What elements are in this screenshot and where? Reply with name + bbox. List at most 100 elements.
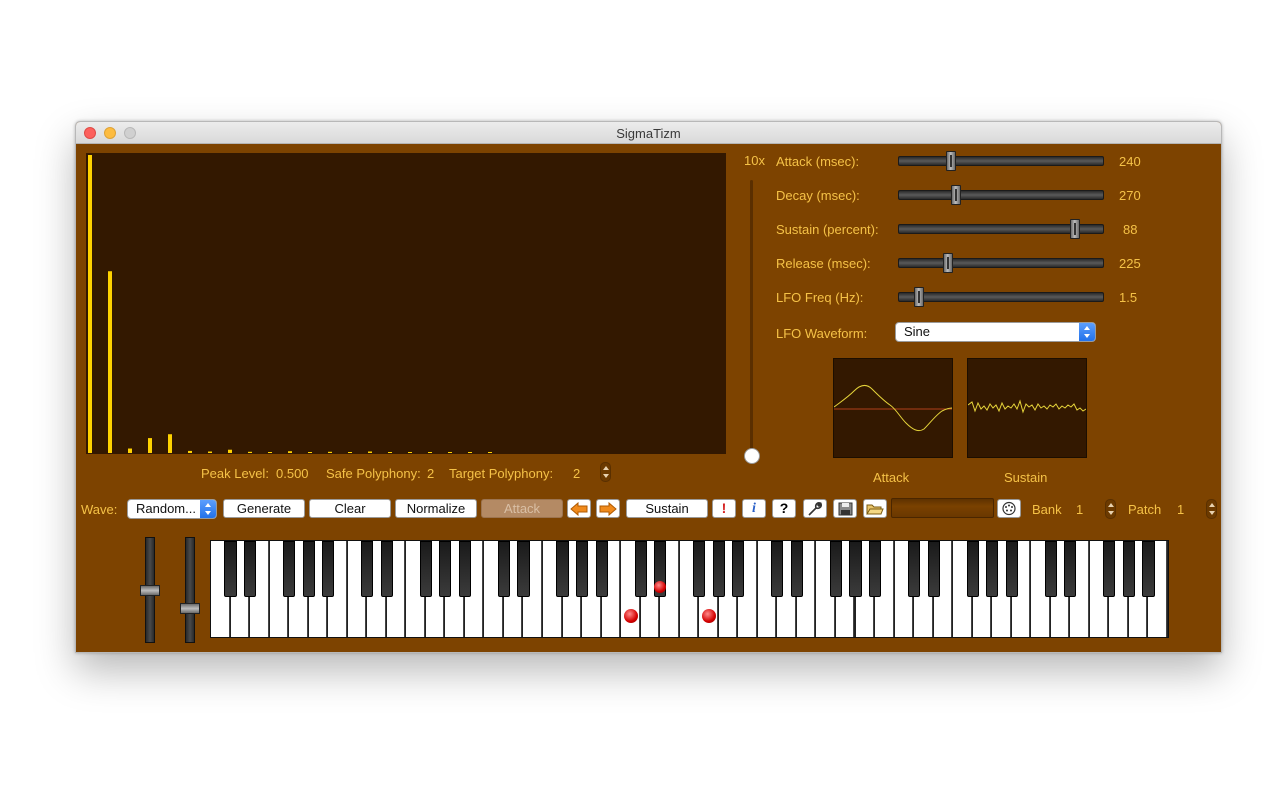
black-key[interactable] [790,541,803,597]
harmonic-bar[interactable] [248,451,252,453]
sustain-waveform-preview [967,358,1087,458]
target-polyphony-stepper[interactable] [600,462,611,482]
attack-slider-thumb[interactable] [946,151,956,171]
black-key[interactable] [322,541,335,597]
harmonic-bar[interactable] [128,448,132,453]
black-key[interactable] [693,541,706,597]
normalize-button[interactable]: Normalize [395,499,477,518]
sustain-slider[interactable] [898,219,1104,239]
generate-button[interactable]: Generate [223,499,305,518]
black-key[interactable] [966,541,979,597]
bank-stepper[interactable] [1105,499,1116,519]
black-key[interactable] [517,541,530,597]
black-key[interactable] [868,541,882,597]
black-key[interactable] [380,541,393,597]
folder-open-icon[interactable] [863,499,887,518]
harmonic-bar[interactable] [468,452,472,453]
black-key[interactable] [458,541,471,597]
black-key[interactable] [419,541,432,597]
release-slider[interactable] [898,253,1104,273]
black-key[interactable] [497,541,510,597]
arrow-right-icon[interactable] [596,499,620,518]
harmonic-spectrum-display[interactable] [86,153,726,454]
harmonic-bar[interactable] [488,452,492,453]
save-icon[interactable] [833,499,857,518]
attack-slider[interactable] [898,151,1104,171]
attack-button[interactable]: Attack [481,499,563,518]
black-key[interactable] [556,541,569,597]
harmonic-bar[interactable] [368,451,372,453]
harmonic-bar[interactable] [408,452,412,453]
harmonic-bar[interactable] [428,452,432,453]
release-label: Release (msec): [776,256,871,271]
lfo-freq-slider-thumb[interactable] [914,287,924,307]
black-key[interactable] [1064,541,1077,597]
attack-label: Attack (msec): [776,154,860,169]
help-icon[interactable]: ? [772,499,796,518]
harmonic-bar[interactable] [268,452,272,453]
release-slider-thumb[interactable] [943,253,953,273]
app-window: SigmaTizm 10x Peak Level: 0.500 Safe Pol… [75,121,1222,653]
harmonic-bar[interactable] [448,452,452,453]
black-key[interactable] [1142,541,1155,597]
harmonic-bar[interactable] [228,449,232,453]
decay-value: 270 [1119,188,1141,203]
black-key[interactable] [283,541,296,597]
sustain-slider-thumb[interactable] [1070,219,1080,239]
info-icon[interactable]: i [742,499,766,518]
midi-icon[interactable] [997,499,1021,518]
modulation-fader-thumb[interactable] [180,603,200,614]
harmonic-bar[interactable] [168,434,172,453]
lfo-freq-slider[interactable] [898,287,1104,307]
black-key[interactable] [595,541,608,597]
lfo-waveform-select[interactable]: Sine [895,322,1096,342]
release-value: 225 [1119,256,1141,271]
piano-keyboard[interactable] [210,540,1169,638]
black-key[interactable] [986,541,999,597]
harmonic-bar[interactable] [108,271,112,453]
target-polyphony-value: 2 [573,466,581,481]
black-key[interactable] [849,541,862,597]
black-key[interactable] [1005,541,1018,597]
harmonic-bar[interactable] [308,452,312,453]
wave-select[interactable]: Random... [127,499,217,519]
harmonic-bar[interactable] [208,451,212,453]
black-key[interactable] [908,541,921,597]
black-key[interactable] [829,541,843,597]
black-key[interactable] [634,541,647,597]
black-key[interactable] [712,541,725,597]
harmonic-bar[interactable] [188,450,192,453]
black-key[interactable] [302,541,315,597]
harmonic-bar[interactable] [328,451,332,453]
exclamation-icon[interactable]: ! [712,499,736,518]
black-key[interactable] [927,541,940,597]
arrow-left-icon[interactable] [567,499,591,518]
black-key[interactable] [1103,541,1116,597]
black-key[interactable] [224,541,237,597]
harmonic-bar[interactable] [288,451,292,453]
harmonic-bar[interactable] [348,452,352,453]
scale-slider-knob[interactable] [744,448,760,464]
pitch-bend-fader[interactable] [140,537,160,643]
black-key[interactable] [361,541,374,597]
black-key[interactable] [1122,541,1135,597]
black-key[interactable] [576,541,589,597]
modulation-fader[interactable] [180,537,200,643]
wrench-icon[interactable] [803,499,827,518]
black-key[interactable] [771,541,784,597]
clear-button[interactable]: Clear [309,499,391,518]
harmonic-bar[interactable] [88,155,92,453]
harmonic-bar[interactable] [148,438,152,453]
decay-slider-thumb[interactable] [951,185,961,205]
black-key[interactable] [439,541,452,597]
sustain-button[interactable]: Sustain [626,499,708,518]
black-key[interactable] [732,541,745,597]
attack-value: 240 [1119,154,1141,169]
patch-stepper[interactable] [1206,499,1217,519]
black-key[interactable] [1044,541,1057,597]
harmonic-bar[interactable] [388,452,392,453]
scale-slider-track[interactable] [750,180,753,455]
black-key[interactable] [244,541,257,597]
decay-slider[interactable] [898,185,1104,205]
pitch-bend-fader-thumb[interactable] [140,585,160,596]
